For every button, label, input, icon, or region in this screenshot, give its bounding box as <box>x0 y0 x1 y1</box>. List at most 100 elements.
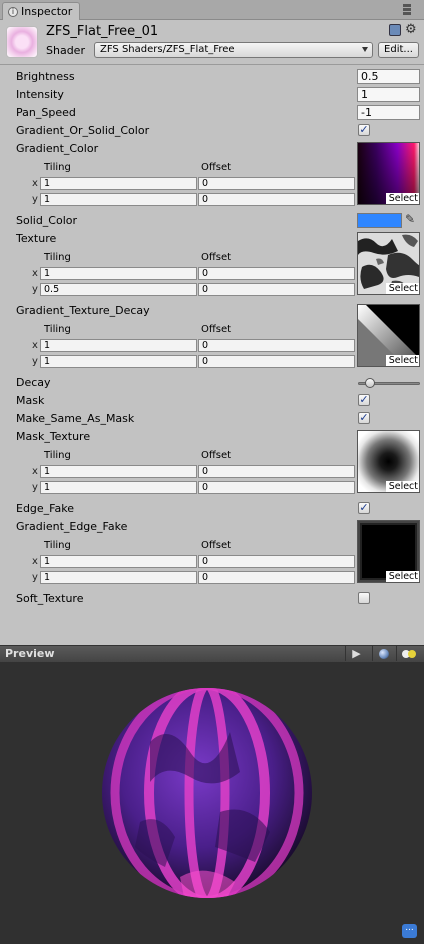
pan-speed-field[interactable]: -1 <box>357 105 420 120</box>
decay-slider-knob[interactable] <box>365 378 375 388</box>
x-label: x <box>32 178 38 189</box>
texture-tiling-y[interactable]: 0.5 <box>40 283 197 296</box>
preview-lights-button[interactable] <box>396 646 424 661</box>
tiling-label: Tiling <box>44 540 71 551</box>
y-label: y <box>32 284 38 295</box>
offset-label: Offset <box>201 450 232 461</box>
x-label: x <box>32 556 38 567</box>
gear-icon[interactable]: ⚙ <box>405 22 417 37</box>
mask-texture-slot[interactable]: Select <box>357 430 420 493</box>
gradient-color-texture-slot[interactable]: Select <box>357 142 420 205</box>
gradient-edge-fake-tiling-x[interactable]: 1 <box>40 555 197 568</box>
x-label: x <box>32 466 38 477</box>
mask-label: Mask <box>16 394 45 407</box>
tab-title: Inspector <box>21 5 73 18</box>
solid-color-label: Solid_Color <box>16 214 78 227</box>
tiling-label: Tiling <box>44 324 71 335</box>
gradient-texture-decay-label: Gradient_Texture_Decay <box>16 304 150 317</box>
tab-inspector[interactable]: i Inspector <box>2 2 80 20</box>
material-name: ZFS_Flat_Free_01 <box>46 24 159 39</box>
tiling-label: Tiling <box>44 450 71 461</box>
gradient-texture-decay-tiling-x[interactable]: 1 <box>40 339 197 352</box>
tiling-label: Tiling <box>44 252 71 263</box>
offset-label: Offset <box>201 540 232 551</box>
more-options-button[interactable]: ... <box>402 924 417 938</box>
gradient-color-tiling-y[interactable]: 1 <box>40 193 197 206</box>
x-label: x <box>32 268 38 279</box>
gradient-edge-fake-offset-y[interactable]: 0 <box>198 571 355 584</box>
soft-texture-checkbox[interactable] <box>358 592 370 604</box>
select-button[interactable]: Select <box>385 571 419 582</box>
gradient-edge-fake-label: Gradient_Edge_Fake <box>16 520 128 533</box>
mask-texture-tiling-x[interactable]: 1 <box>40 465 197 478</box>
gradient-texture-decay-slot[interactable]: Select <box>357 304 420 367</box>
x-label: x <box>32 340 38 351</box>
soft-texture-label: Soft_Texture <box>16 592 84 605</box>
mask-checkbox[interactable]: ✓ <box>358 394 370 406</box>
play-icon[interactable]: ▶ <box>345 646 367 661</box>
texture-offset-y[interactable]: 0 <box>198 283 355 296</box>
intensity-field[interactable]: 1 <box>357 87 420 102</box>
y-label: y <box>32 356 38 367</box>
sphere-icon <box>379 649 389 659</box>
shader-dropdown[interactable]: ZFS Shaders/ZFS_Flat_Free <box>94 42 373 58</box>
y-label: y <box>32 572 38 583</box>
y-label: y <box>32 194 38 205</box>
window-menu-icon-line <box>403 8 411 11</box>
texture-label: Texture <box>16 232 57 245</box>
edge-fake-checkbox[interactable]: ✓ <box>358 502 370 514</box>
decay-label: Decay <box>16 376 51 389</box>
brightness-field[interactable]: 0.5 <box>357 69 420 84</box>
offset-label: Offset <box>201 324 232 335</box>
mask-texture-offset-x[interactable]: 0 <box>198 465 355 478</box>
light-icon <box>408 650 416 658</box>
chevron-down-icon <box>362 47 368 52</box>
gradient-edge-fake-tiling-y[interactable]: 1 <box>40 571 197 584</box>
info-icon: i <box>8 7 18 17</box>
y-label: y <box>32 482 38 493</box>
window-menu-icon[interactable] <box>403 4 411 7</box>
brightness-label: Brightness <box>16 70 75 83</box>
material-thumbnail <box>6 26 38 58</box>
pan-speed-label: Pan_Speed <box>16 106 76 119</box>
gradient-color-offset-x[interactable]: 0 <box>198 177 355 190</box>
gradient-edge-fake-offset-x[interactable]: 0 <box>198 555 355 568</box>
make-same-as-mask-checkbox[interactable]: ✓ <box>358 412 370 424</box>
gradient-texture-decay-offset-x[interactable]: 0 <box>198 339 355 352</box>
mask-texture-tiling-y[interactable]: 1 <box>40 481 197 494</box>
shader-label: Shader <box>46 44 85 57</box>
gradient-texture-decay-tiling-y[interactable]: 1 <box>40 355 197 368</box>
texture-tiling-x[interactable]: 1 <box>40 267 197 280</box>
material-preview-sphere <box>102 688 312 898</box>
edge-fake-label: Edge_Fake <box>16 502 74 515</box>
offset-label: Offset <box>201 252 232 263</box>
eyedropper-icon[interactable]: ✎ <box>405 212 415 226</box>
make-same-as-mask-label: Make_Same_As_Mask <box>16 412 135 425</box>
book-icon[interactable] <box>389 24 401 36</box>
intensity-label: Intensity <box>16 88 64 101</box>
texture-slot[interactable]: Select <box>357 232 420 295</box>
gradient-edge-fake-slot[interactable]: Select <box>357 520 420 583</box>
select-button[interactable]: Select <box>385 193 419 204</box>
select-button[interactable]: Select <box>385 481 419 492</box>
texture-offset-x[interactable]: 0 <box>198 267 355 280</box>
edit-shader-button[interactable]: Edit... <box>378 42 419 58</box>
gradient-color-offset-y[interactable]: 0 <box>198 193 355 206</box>
gradient-color-label: Gradient_Color <box>16 142 99 155</box>
gradient-color-tiling-x[interactable]: 1 <box>40 177 197 190</box>
offset-label: Offset <box>201 162 232 173</box>
select-button[interactable]: Select <box>385 355 419 366</box>
window-menu-icon-line <box>403 12 411 15</box>
gradient-texture-decay-offset-y[interactable]: 0 <box>198 355 355 368</box>
header-divider <box>0 64 424 65</box>
select-button[interactable]: Select <box>385 283 419 294</box>
tiling-label: Tiling <box>44 162 71 173</box>
preview-viewport[interactable] <box>0 662 424 944</box>
preview-sphere-button[interactable] <box>372 646 394 661</box>
gradient-or-solid-label: Gradient_Or_Solid_Color <box>16 124 150 137</box>
gradient-or-solid-checkbox[interactable]: ✓ <box>358 124 370 136</box>
mask-texture-offset-y[interactable]: 0 <box>198 481 355 494</box>
mask-texture-label: Mask_Texture <box>16 430 91 443</box>
preview-title: Preview <box>5 647 55 660</box>
solid-color-swatch[interactable] <box>357 213 402 228</box>
